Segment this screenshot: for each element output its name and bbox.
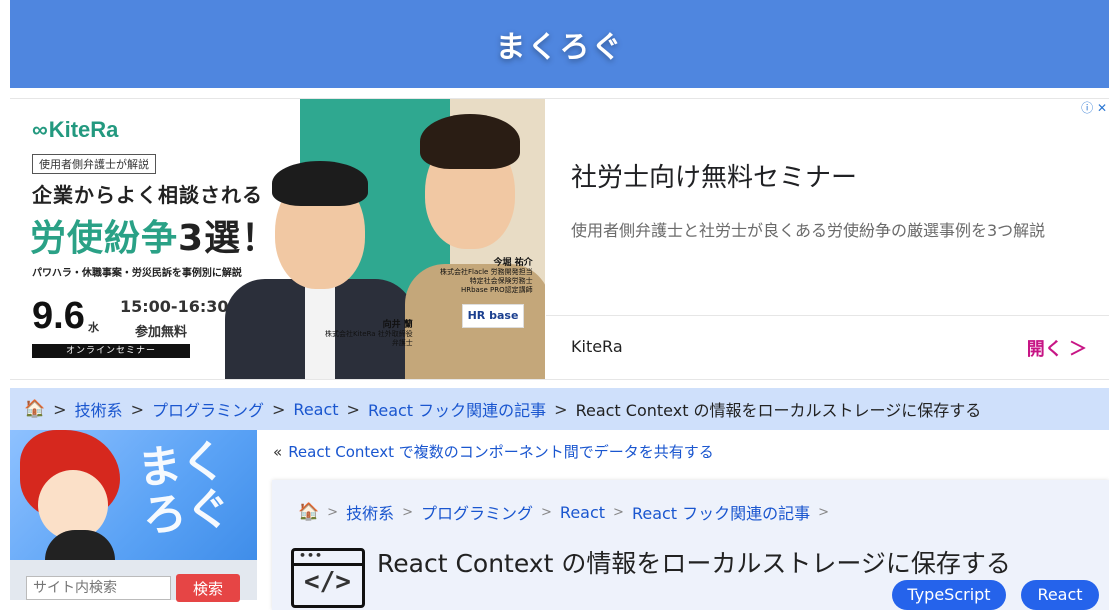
ad-info-close-icon[interactable]: ⓘ ✕ (1081, 99, 1107, 116)
sidebar-search: 検索 (10, 560, 257, 602)
prev-chevron-icon: « (273, 443, 283, 461)
breadcrumb-item[interactable]: React フック関連の記事 (632, 500, 810, 524)
ad-brand-logo: ∞KiteRa (32, 117, 119, 142)
prev-article-link[interactable]: «React Context で複数のコンポーネント間でデータを共有する (273, 441, 714, 462)
breadcrumb-item[interactable]: React (293, 400, 338, 419)
breadcrumb: 🏠 > 技術系 > プログラミング > React > React フック関連の… (10, 388, 1109, 430)
speaker1-nameplate: 今堀 祐介 株式会社Flacle 労務開発担当 特定社会保険労務士 HRbase… (440, 258, 533, 295)
breadcrumb-item[interactable]: 技術系 (346, 500, 394, 524)
breadcrumb-item[interactable]: 技術系 (75, 397, 123, 421)
ad-banner-headline: 企業からよく相談される (32, 183, 263, 207)
speaker2-nameplate: 向井 蘭 株式会社KiteRa 社外取締役 弁護士 (325, 320, 413, 348)
ad-banner-time: 15:00-16:30 (120, 297, 229, 316)
tag-typescript[interactable]: TypeScript (892, 580, 1006, 610)
ad-banner-headline-main: 労使紛争3選！ (30, 218, 279, 259)
ad-advertiser[interactable]: KiteRa (571, 337, 623, 356)
site-title[interactable]: まくろぐ (496, 22, 624, 66)
ad-banner-fee: 参加無料 (135, 325, 188, 340)
breadcrumb-item[interactable]: React フック関連の記事 (368, 397, 546, 421)
home-icon[interactable]: 🏠 (298, 502, 319, 522)
breadcrumb-item[interactable]: プログラミング (421, 500, 533, 524)
ad-banner-weekday: 水 (88, 321, 99, 334)
ad-banner-image[interactable]: ∞KiteRa 使用者側弁護士が解説 企業からよく相談される 労使紛争3選！ パ… (10, 99, 545, 379)
ad-description[interactable]: 使用者側弁護士と社労士が良くある労使紛争の厳選事例を3つ解説 (571, 221, 1081, 241)
article-header: 🏠 > 技術系 > プログラミング > React > React フック関連の… (272, 480, 1109, 610)
code-window-icon: ••• </> (291, 548, 365, 608)
tag-react[interactable]: React (1021, 580, 1099, 610)
breadcrumb-item[interactable]: React (560, 503, 605, 522)
ad-divider (546, 315, 1109, 316)
ad-banner-online-label: オンラインセミナー (32, 344, 190, 358)
ad-container[interactable]: ∞KiteRa 使用者側弁護士が解説 企業からよく相談される 労使紛争3選！ パ… (10, 98, 1109, 380)
article-breadcrumb: 🏠 > 技術系 > プログラミング > React > React フック関連の… (298, 500, 830, 524)
search-input[interactable] (26, 576, 171, 600)
ad-banner-tag: 使用者側弁護士が解説 (32, 154, 156, 174)
home-icon[interactable]: 🏠 (24, 399, 45, 419)
ad-title[interactable]: 社労士向け無料セミナー (571, 157, 857, 194)
site-header: まくろぐ (10, 0, 1109, 88)
breadcrumb-item[interactable]: プログラミング (152, 397, 264, 421)
ad-open-button[interactable]: 開く ＞ (1027, 335, 1087, 361)
ad-banner-subline: パワハラ・休職事案・労災民訴を事例別に解説 (32, 268, 242, 279)
sidebar-logo-banner[interactable]: まく ろぐ (10, 430, 257, 560)
breadcrumb-current: React Context の情報をローカルストレージに保存する (575, 401, 982, 420)
search-button[interactable]: 検索 (176, 574, 240, 602)
sidebar-logo-text: まく ろぐ (135, 435, 233, 543)
ad-banner-date: 9.6 (32, 295, 85, 337)
hrbase-logo: HR base (462, 304, 524, 328)
ad-text-panel[interactable]: ⓘ ✕ 社労士向け無料セミナー 使用者側弁護士と社労士が良くある労使紛争の厳選事… (546, 99, 1109, 379)
article-title: React Context の情報をローカルストレージに保存する (377, 549, 1011, 578)
